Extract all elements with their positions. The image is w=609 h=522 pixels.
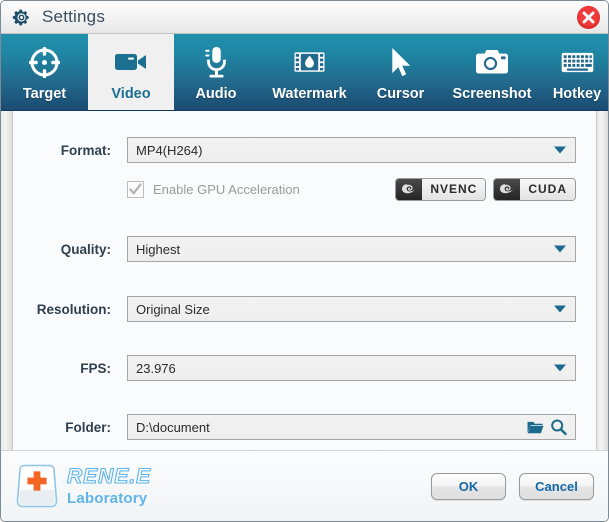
checkbox-box	[127, 181, 144, 198]
quality-row: Quality: Highest	[13, 236, 596, 262]
quality-label: Quality:	[13, 242, 127, 257]
microphone-icon	[203, 45, 230, 79]
cuda-badge-label: CUDA	[520, 179, 575, 200]
chevron-down-icon	[554, 147, 566, 154]
target-crosshair-icon	[29, 45, 60, 79]
spacer	[13, 322, 596, 355]
spacer	[13, 204, 596, 236]
resolution-row: Resolution: Original Size	[13, 296, 596, 322]
tab-audio[interactable]: Audio	[174, 34, 258, 110]
title-bar: Settings	[1, 1, 608, 34]
footer-actions: OK Cancel	[431, 473, 594, 500]
brand-logo: RENE.E Laboratory	[15, 463, 151, 509]
chevron-down-icon	[554, 365, 566, 372]
folder-actions	[527, 419, 567, 436]
gpu-badges: NVENC CUDA	[395, 178, 576, 201]
brand-subtitle: Laboratory	[67, 491, 151, 506]
folder-label: Folder:	[13, 420, 127, 435]
tab-label: Hotkey	[553, 87, 601, 102]
window-title: Settings	[42, 7, 105, 27]
tab-label: Audio	[195, 87, 236, 102]
quality-select[interactable]: Highest	[127, 236, 576, 262]
settings-content-panel: Format: MP4(H264) Enable GPU Acceleratio…	[1, 111, 608, 451]
open-folder-icon[interactable]	[527, 420, 544, 435]
spacer	[13, 262, 596, 296]
format-row: Format: MP4(H264)	[13, 137, 596, 163]
tab-screenshot[interactable]: Screenshot	[440, 34, 544, 110]
tab-video[interactable]: Video	[88, 34, 174, 110]
cuda-badge: CUDA	[493, 178, 576, 201]
nvenc-badge: NVENC	[395, 178, 486, 201]
camcorder-icon	[114, 45, 148, 79]
brand-words: RENE.E Laboratory	[67, 466, 151, 506]
enable-gpu-label: Enable GPU Acceleration	[153, 182, 300, 197]
folder-input[interactable]: D:\document	[127, 414, 576, 440]
tab-label: Watermark	[272, 87, 346, 102]
search-icon[interactable]	[550, 419, 567, 436]
brand-name: RENE.E	[67, 466, 151, 487]
resolution-label: Resolution:	[13, 302, 127, 317]
ok-button[interactable]: OK	[431, 473, 506, 500]
quality-value: Highest	[136, 243, 180, 256]
dialog-footer: RENE.E Laboratory OK Cancel	[1, 451, 608, 521]
resolution-value: Original Size	[136, 303, 210, 316]
fps-select[interactable]: 23.976	[127, 355, 576, 381]
tab-label: Cursor	[377, 87, 425, 102]
tab-watermark[interactable]: Watermark	[258, 34, 361, 110]
scrollbar-right-rail[interactable]	[596, 111, 608, 450]
fps-value: 23.976	[136, 362, 176, 375]
cancel-button[interactable]: Cancel	[519, 473, 594, 500]
filmstrip-droplet-icon	[294, 45, 325, 79]
format-select[interactable]: MP4(H264)	[127, 137, 576, 163]
mouse-pointer-icon	[390, 45, 412, 79]
nvenc-badge-label: NVENC	[422, 179, 485, 200]
tab-label: Video	[111, 87, 150, 102]
enable-gpu-checkbox[interactable]: Enable GPU Acceleration	[127, 181, 300, 198]
format-label: Format:	[13, 143, 127, 158]
checkmark-icon	[129, 183, 142, 196]
spacer	[13, 381, 596, 414]
fps-label: FPS:	[13, 361, 127, 376]
tab-bar: Target Video	[1, 34, 608, 111]
tab-target[interactable]: Target	[1, 34, 88, 110]
tab-hotkey[interactable]: Hotkey	[544, 34, 609, 110]
chevron-down-icon	[554, 246, 566, 253]
tab-cursor[interactable]: Cursor	[361, 34, 440, 110]
chevron-down-icon	[554, 306, 566, 313]
video-settings-form: Format: MP4(H264) Enable GPU Acceleratio…	[13, 111, 596, 450]
camera-icon	[476, 45, 508, 79]
tab-label: Target	[23, 87, 66, 102]
folder-row: Folder: D:\document	[13, 414, 596, 440]
resolution-select[interactable]: Original Size	[127, 296, 576, 322]
gear-icon	[12, 8, 31, 27]
close-icon[interactable]	[576, 5, 601, 30]
gpu-acceleration-row: Enable GPU Acceleration NVENC	[13, 174, 596, 204]
settings-window: Settings Target	[0, 0, 609, 522]
nvidia-eye-icon	[494, 179, 520, 200]
scrollbar-left-rail[interactable]	[1, 111, 13, 450]
format-value: MP4(H264)	[136, 144, 202, 157]
nvidia-eye-icon	[396, 179, 422, 200]
folder-value: D:\document	[136, 421, 210, 434]
fps-row: FPS: 23.976	[13, 355, 596, 381]
keyboard-icon	[561, 45, 594, 79]
tab-label: Screenshot	[453, 87, 532, 102]
keycap-cross-logo	[15, 463, 59, 509]
